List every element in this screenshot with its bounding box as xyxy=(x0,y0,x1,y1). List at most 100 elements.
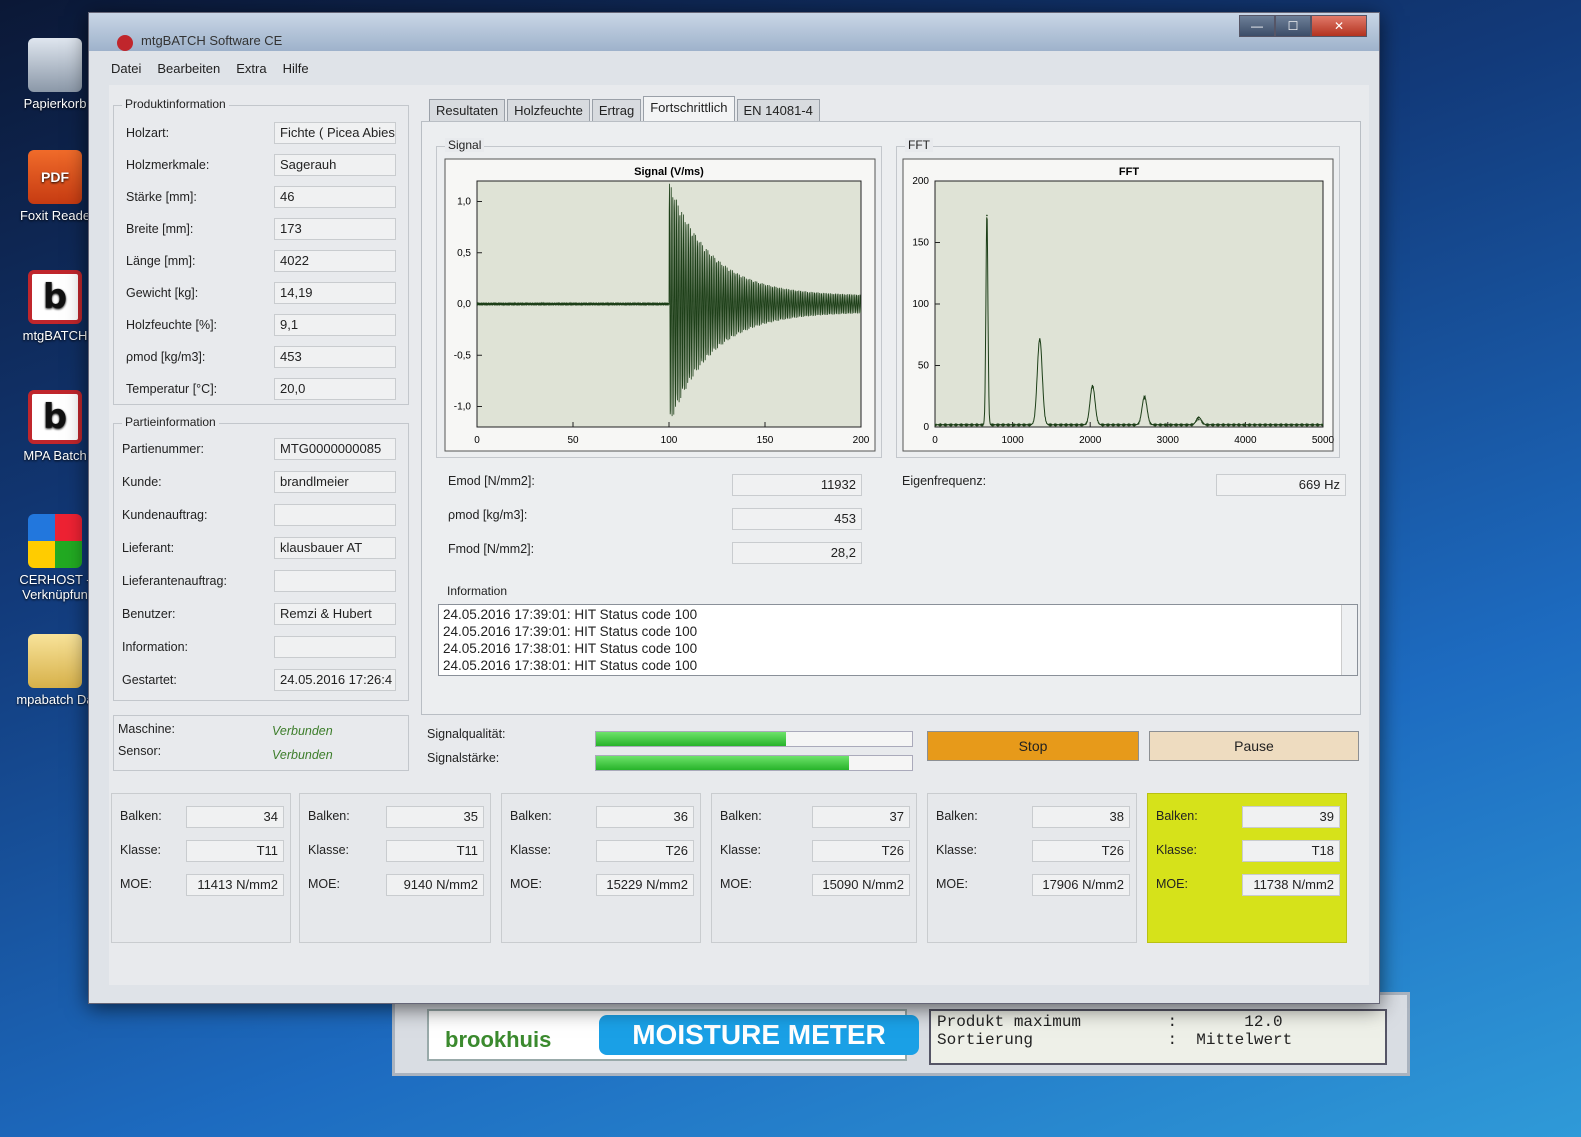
client-area: Produktinformation Holzart: Fichte ( Pice… xyxy=(109,85,1369,985)
desktop-icon[interactable]: CERHOST - Verknüpfun xyxy=(10,514,100,602)
x-tick-label: 50 xyxy=(567,435,579,446)
produkt-field-label: Temperatur [°C]: xyxy=(126,382,218,396)
partie-field-value[interactable]: Remzi & Hubert xyxy=(274,603,396,625)
fmod-label: Fmod [N/mm2]: xyxy=(448,542,535,556)
title-bar[interactable]: mtgBATCH Software CE — ☐ ✕ xyxy=(89,13,1379,51)
balken-card: Balken: 34 Klasse: T11 MOE: 11413 N/mm2 xyxy=(111,793,291,943)
app-icon xyxy=(117,35,133,51)
pmod-value: 453 xyxy=(732,508,862,530)
fft-chart: FFT 0 1000 2000 3000 4000 5000 200 150 100 50 0 xyxy=(902,158,1335,452)
lcd-line: Produkt maximum : 12.0 xyxy=(937,1013,1283,1031)
fft-peak-point xyxy=(1038,340,1041,342)
pause-button[interactable]: Pause xyxy=(1149,731,1359,761)
produkt-field-label: Länge [mm]: xyxy=(126,254,196,268)
produkt-field-value[interactable]: 20,0 xyxy=(274,378,396,400)
card-balken-value: 37 xyxy=(812,806,910,828)
card-klasse-value: T11 xyxy=(186,840,284,862)
produkt-field-label: Stärke [mm]: xyxy=(126,190,197,204)
desktop-icon-label: mtgBATCH xyxy=(22,328,88,343)
y-tick-label: 50 xyxy=(918,361,930,372)
signal-strength-label: Signalstärke: xyxy=(427,751,500,765)
produkt-field-value[interactable]: 173 xyxy=(274,218,396,240)
tab-fortschrittlich[interactable]: Fortschrittlich xyxy=(643,96,735,123)
signal-quality-label: Signalqualität: xyxy=(427,727,506,741)
sensor-status: Verbunden xyxy=(272,748,333,762)
partie-field-label: Benutzer: xyxy=(122,607,176,621)
mtg-b-icon: b xyxy=(28,390,82,444)
y-tick-label: 0,0 xyxy=(457,299,471,310)
partie-field-value[interactable]: brandlmeier xyxy=(274,471,396,493)
y-tick-label: -1,0 xyxy=(454,402,472,413)
log-scrollbar[interactable] xyxy=(1341,605,1357,675)
partie-field-value[interactable]: klausbauer AT xyxy=(274,537,396,559)
partie-field-value[interactable]: MTG0000000085 xyxy=(274,438,396,460)
produkt-group: Produktinformation Holzart: Fichte ( Pice… xyxy=(113,97,409,405)
signal-quality-fill xyxy=(596,732,786,746)
tab-en-14081-4[interactable]: EN 14081-4 xyxy=(736,99,820,123)
produkt-field-value[interactable]: Fichte ( Picea Abies xyxy=(274,122,396,144)
signal-strength-fill xyxy=(596,756,849,770)
pdf-icon: PDF xyxy=(28,150,82,204)
desktop-icon-label: mpabatch Da xyxy=(16,692,94,707)
produkt-field-label: Breite [mm]: xyxy=(126,222,194,236)
desktop-icon[interactable]: mpabatch Da xyxy=(10,634,100,707)
partie-field-value[interactable]: 24.05.2016 17:26:4 xyxy=(274,669,396,691)
desktop-icon[interactable]: b mtgBATCH xyxy=(10,270,100,343)
y-tick-label: 200 xyxy=(912,176,929,187)
produkt-field-value[interactable]: Sagerauh xyxy=(274,154,396,176)
card-klasse-label: Klasse: xyxy=(308,843,349,857)
trash-icon xyxy=(28,38,82,92)
pmod-label: ρmod [kg/m3]: xyxy=(448,508,528,522)
produkt-field-value[interactable]: 4022 xyxy=(274,250,396,272)
y-tick-label: 100 xyxy=(912,299,929,310)
fmod-value: 28,2 xyxy=(732,542,862,564)
lcd-line: Sortierung : Mittelwert xyxy=(937,1031,1293,1049)
tab-holzfeuchte[interactable]: Holzfeuchte xyxy=(507,99,590,123)
produkt-field-value[interactable]: 14,19 xyxy=(274,282,396,304)
menu-hilfe[interactable]: Hilfe xyxy=(283,61,309,83)
menu-datei[interactable]: Datei xyxy=(111,61,141,83)
desktop-icon[interactable]: Papierkorb xyxy=(10,38,100,111)
produkt-group-title: Produktinformation xyxy=(122,97,229,111)
x-tick-label: 200 xyxy=(853,435,870,446)
close-button[interactable]: ✕ xyxy=(1311,15,1367,37)
card-moe-label: MOE: xyxy=(308,877,340,891)
partie-field-value[interactable] xyxy=(274,636,396,658)
x-tick-label: 2000 xyxy=(1079,435,1102,446)
partie-group: Partieinformation Partienummer: MTG000000… xyxy=(113,415,409,701)
chart-title: FFT xyxy=(1119,166,1139,178)
tab-ertrag[interactable]: Ertrag xyxy=(591,99,642,123)
fft-peak-point xyxy=(1091,386,1094,389)
information-title: Information xyxy=(444,584,511,598)
card-moe-value: 15229 N/mm2 xyxy=(596,874,694,896)
partie-field-value[interactable] xyxy=(274,504,396,526)
desktop-icon[interactable]: PDF Foxit Reade xyxy=(10,150,100,223)
card-balken-value: 35 xyxy=(386,806,484,828)
card-balken-label: Balken: xyxy=(720,809,762,823)
chart-title: Signal (V/ms) xyxy=(634,166,704,178)
x-tick-label: 100 xyxy=(661,435,678,446)
tab-strip: Resultaten Holzfeuchte Ertrag Fortschrittli… xyxy=(429,96,822,123)
stop-button[interactable]: Stop xyxy=(927,731,1139,761)
card-moe-label: MOE: xyxy=(120,877,152,891)
x-tick-label: 3000 xyxy=(1157,435,1180,446)
log-line: 24.05.2016 17:38:01: HIT Status code 100 xyxy=(443,641,698,656)
partie-field-label: Gestartet: xyxy=(122,673,177,687)
desktop-icon[interactable]: b MPA Batch xyxy=(10,390,100,463)
partie-field-value[interactable] xyxy=(274,570,396,592)
menu-extra[interactable]: Extra xyxy=(236,61,266,83)
card-moe-value: 11738 N/mm2 xyxy=(1242,874,1340,896)
tab-resultaten[interactable]: Resultaten xyxy=(429,99,506,123)
minimize-button[interactable]: — xyxy=(1239,15,1275,37)
produkt-field-value[interactable]: 46 xyxy=(274,186,396,208)
produkt-field-label: Holzart: xyxy=(126,126,170,140)
produkt-field-value[interactable]: 453 xyxy=(274,346,396,368)
card-klasse-value: T26 xyxy=(1032,840,1130,862)
device-lcd: Produkt maximum : 12.0 Sortierung : Mitte… xyxy=(929,1009,1387,1065)
menu-bearbeiten[interactable]: Bearbeiten xyxy=(157,61,220,83)
produkt-field-value[interactable]: 9,1 xyxy=(274,314,396,336)
card-moe-label: MOE: xyxy=(1156,877,1188,891)
information-log[interactable]: 24.05.2016 17:39:01: HIT Status code 100… xyxy=(438,604,1358,676)
maximize-button[interactable]: ☐ xyxy=(1275,15,1311,37)
card-klasse-label: Klasse: xyxy=(1156,843,1197,857)
